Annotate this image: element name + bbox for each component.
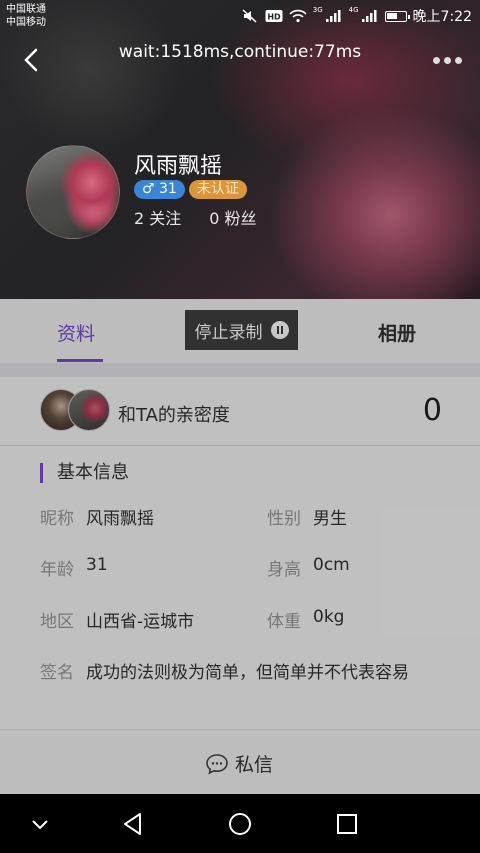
signature-label: 签名 [40,663,74,683]
avatar[interactable] [26,145,120,239]
debug-timing-text: wait:1518ms,continue:77ms [118,42,362,62]
profile-content: 和TA的亲密度 0 基本信息 昵称 风雨飘摇 性别 男生 年龄 31 身高 0c… [0,377,480,729]
section-divider [0,363,480,377]
signal-1-icon [325,10,341,22]
carrier-2: 中国移动 [6,17,46,28]
signature-value: 成功的法则极为简单，但简单并不代表容易 [86,663,409,683]
hd-icon: HD [265,10,283,22]
stop-recording-label: 停止录制 [194,322,263,343]
region-label: 地区 [40,612,74,632]
recents-square-icon[interactable] [333,810,361,838]
pause-icon [270,321,289,339]
tab-album[interactable]: 相册 [378,319,416,346]
gender-value: 男生 [313,509,347,529]
tab-profile[interactable]: 资料 [57,319,95,346]
stop-recording-button[interactable]: 停止录制 [185,310,298,350]
signal-2-icon [361,10,377,22]
weight-label: 体重 [267,612,301,632]
back-triangle-icon[interactable] [119,810,147,838]
follow-stats: 2 关注 0 粉丝 [134,205,257,229]
message-bar: 私信 [0,729,480,794]
home-circle-icon[interactable] [226,810,254,838]
height-value: 0cm [313,555,350,575]
mute-icon [242,9,257,23]
intimacy-value: 0 [422,393,442,428]
intimacy-label: 和TA的亲密度 [118,405,230,426]
more-options-icon[interactable] [430,50,464,70]
svg-text:HD: HD [267,13,281,22]
gender-age-badge: ♂ 31 [134,180,185,199]
system-nav-bar [0,794,480,853]
chevron-down-icon[interactable] [26,810,54,838]
age-label: 年龄 [40,560,74,580]
basic-info-title: 基本信息 [40,463,129,483]
network-3g-label: 3G [312,6,323,14]
followers-count[interactable]: 0 粉丝 [209,205,256,229]
nickname-value: 风雨飘摇 [86,509,154,529]
wifi-icon [289,9,307,23]
username: 风雨飘摇 [134,154,223,179]
user-badges: ♂ 31 未认证 [134,180,247,199]
carrier-info: 中国联通 中国移动 [6,3,46,29]
status-bar: 中国联通 中国移动 HD 3G 4G 晚上7:22 [0,0,480,32]
private-message-label: 私信 [235,754,274,776]
active-tab-indicator [57,359,103,362]
region-value: 山西省-运城市 [86,612,195,632]
status-icons: HD 3G 4G 晚上7:22 [241,6,472,26]
private-message-button[interactable]: 私信 [205,750,273,777]
carrier-1: 中国联通 [6,4,46,15]
gender-label: 性别 [267,509,301,529]
profile-header: 中国联通 中国移动 HD 3G 4G 晚上7:22 wait:1518ms,co… [0,0,480,300]
intimacy-row[interactable]: 和TA的亲密度 0 [0,377,480,446]
their-avatar-small [68,389,110,431]
height-label: 身高 [267,560,301,580]
nickname-label: 昵称 [40,509,74,529]
battery-icon [384,10,410,22]
following-count[interactable]: 2 关注 [134,205,181,229]
clock: 晚上7:22 [412,9,472,25]
age-value: 31 [86,555,108,575]
verification-badge: 未认证 [188,180,247,199]
chat-bubble-icon [206,753,228,774]
network-4g-label: 4G [348,6,359,14]
weight-value: 0kg [313,607,345,627]
